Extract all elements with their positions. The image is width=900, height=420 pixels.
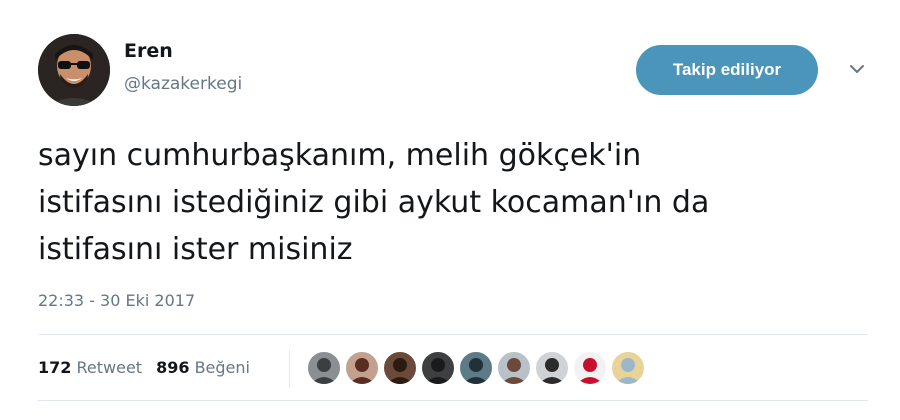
avatar-man-sunglasses-icon: [38, 34, 110, 106]
person-icon: [387, 358, 413, 384]
display-name[interactable]: Eren: [124, 40, 173, 62]
tweet-text: sayın cumhurbaşkanım, melih gökçek'in is…: [38, 132, 878, 273]
tweet-card: Eren @kazakerkegi Takip ediliyor sayın c…: [0, 0, 900, 420]
person-icon: [349, 358, 375, 384]
retweet-count: 172: [38, 358, 72, 377]
divider: [38, 400, 868, 401]
liker-avatar[interactable]: [610, 350, 646, 386]
divider: [38, 334, 868, 335]
retweet-label: Retweet: [76, 358, 143, 377]
tweet-text-line: istifasını istediğiniz gibi aykut kocama…: [38, 185, 710, 220]
liker-avatar[interactable]: [572, 350, 608, 386]
liker-avatar[interactable]: [344, 350, 380, 386]
user-avatar[interactable]: [38, 34, 110, 106]
tweet-text-line: sayın cumhurbaşkanım, melih gökçek'in: [38, 138, 642, 173]
person-icon: [577, 358, 603, 384]
tweet-text-line: istifasını ister misiniz: [38, 232, 353, 267]
like-label: Beğeni: [194, 358, 250, 377]
liker-avatar[interactable]: [306, 350, 342, 386]
liker-avatar[interactable]: [382, 350, 418, 386]
person-icon: [539, 358, 565, 384]
person-icon: [463, 358, 489, 384]
liker-avatar[interactable]: [534, 350, 570, 386]
like-count: 896: [156, 358, 190, 377]
like-stat[interactable]: 896 Beğeni: [156, 358, 250, 377]
retweet-stat[interactable]: 172 Retweet: [38, 358, 142, 377]
tweet-timestamp[interactable]: 22:33 - 30 Eki 2017: [38, 291, 195, 310]
person-icon: [311, 358, 337, 384]
person-icon: [501, 358, 527, 384]
liker-avatar[interactable]: [458, 350, 494, 386]
chevron-down-icon[interactable]: [846, 62, 868, 76]
stats-separator: [289, 350, 290, 388]
tweet-stats: 172 Retweet 896 Beğeni: [38, 358, 250, 377]
following-button[interactable]: Takip ediliyor: [636, 45, 818, 95]
person-icon: [425, 358, 451, 384]
user-handle[interactable]: @kazakerkegi: [124, 74, 242, 94]
liker-avatar[interactable]: [496, 350, 532, 386]
person-icon: [615, 358, 641, 384]
liker-avatar[interactable]: [420, 350, 456, 386]
